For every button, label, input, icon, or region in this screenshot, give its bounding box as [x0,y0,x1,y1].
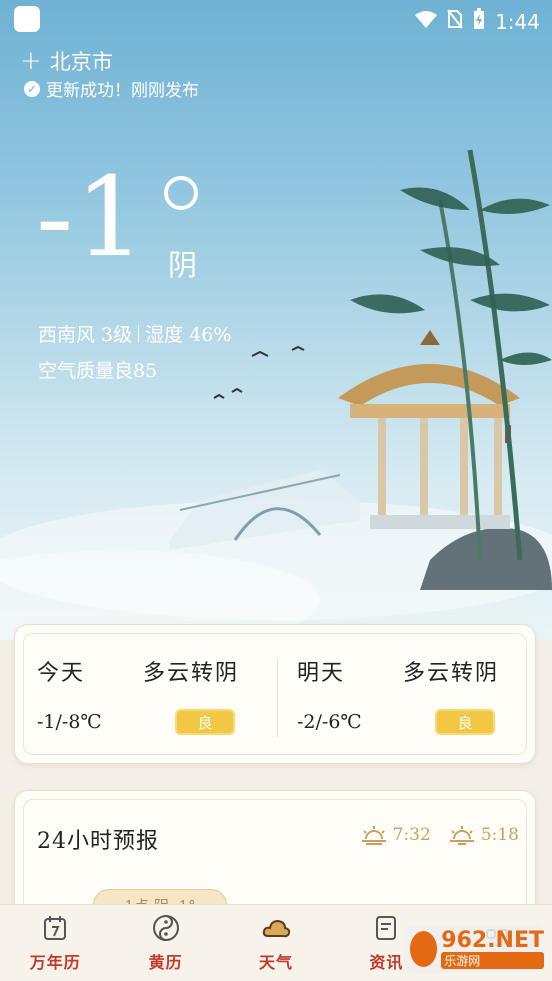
news-icon [376,916,397,940]
update-status: ✓ 更新成功！刚刚发布 [24,76,199,101]
aqi-badge: 良 [435,709,495,735]
cloud-icon [262,919,291,938]
status-bar: 1:44 [0,0,552,40]
day-label: 明天 [297,661,346,686]
forecast-tomorrow[interactable]: 明天 多云转阴 -2/-6℃ 良 [275,625,515,763]
calendar-icon [44,916,67,940]
degree-symbol [164,176,198,210]
city-selector[interactable]: + 北京市 [20,46,113,76]
tab-label: 万年历 [29,953,81,972]
add-city-icon[interactable]: + [20,48,42,74]
site-watermark: 962.NET 乐游网 [404,925,544,973]
no-sim-icon [447,9,463,34]
air-quality-text[interactable]: 空气质量良85 [38,356,157,383]
day-condition: 多云转阴 [402,661,499,686]
sun-times: 7:32 5:18 [361,825,519,845]
day-condition: 多云转阴 [142,661,239,686]
status-time: 1:44 [495,9,540,34]
divider [138,324,140,343]
sunset-icon [449,826,474,845]
tab-label: 资讯 [369,953,404,972]
day-label: 今天 [37,661,86,686]
current-condition: 阴 [168,248,198,282]
tab-almanac[interactable]: 黄历 [110,905,220,981]
forecast-today[interactable]: 今天 多云转阴 -1/-8℃ 良 [15,625,255,763]
sunrise-icon [361,826,386,845]
update-text: 更新成功！刚刚发布 [46,81,199,101]
daily-forecast-card[interactable]: 今天 多云转阴 -1/-8℃ 良 明天 多云转阴 -2/-6℃ 良 [14,624,536,764]
watermark-subtext: 乐游网 [441,951,544,969]
humidity-text: 湿度 46% [145,324,232,346]
yin-yang-icon [152,915,179,941]
sunset-time: 5:18 [480,825,519,845]
aqi-badge: 良 [175,709,235,735]
tab-weather[interactable]: 天气 [221,905,331,981]
temp-range: -2/-6℃ [297,711,362,733]
weather-hero: 1:44 + 北京市 ✓ 更新成功！刚刚发布 -1 阴 西南风 3级 湿度 46… [0,0,552,640]
wifi-icon [415,10,438,34]
tab-label: 天气 [259,953,294,972]
watermark-logo [410,931,438,967]
city-name: 北京市 [49,50,113,74]
battery-charging-icon [473,8,485,35]
hourly-title: 24小时预报 [37,829,159,854]
sunrise-time: 7:32 [392,825,431,845]
tab-calendar[interactable]: 万年历 [0,905,110,981]
temp-range: -1/-8℃ [37,711,102,733]
wind-text: 西南风 3级 [38,324,133,346]
tab-label: 黄历 [148,953,183,972]
wind-humidity-row: 西南风 3级 湿度 46% [38,320,231,347]
check-circle-icon: ✓ [24,80,40,97]
app-notification-icon [14,6,40,32]
watermark-text: 962.NET [441,927,544,953]
current-temperature: -1 [36,153,148,281]
